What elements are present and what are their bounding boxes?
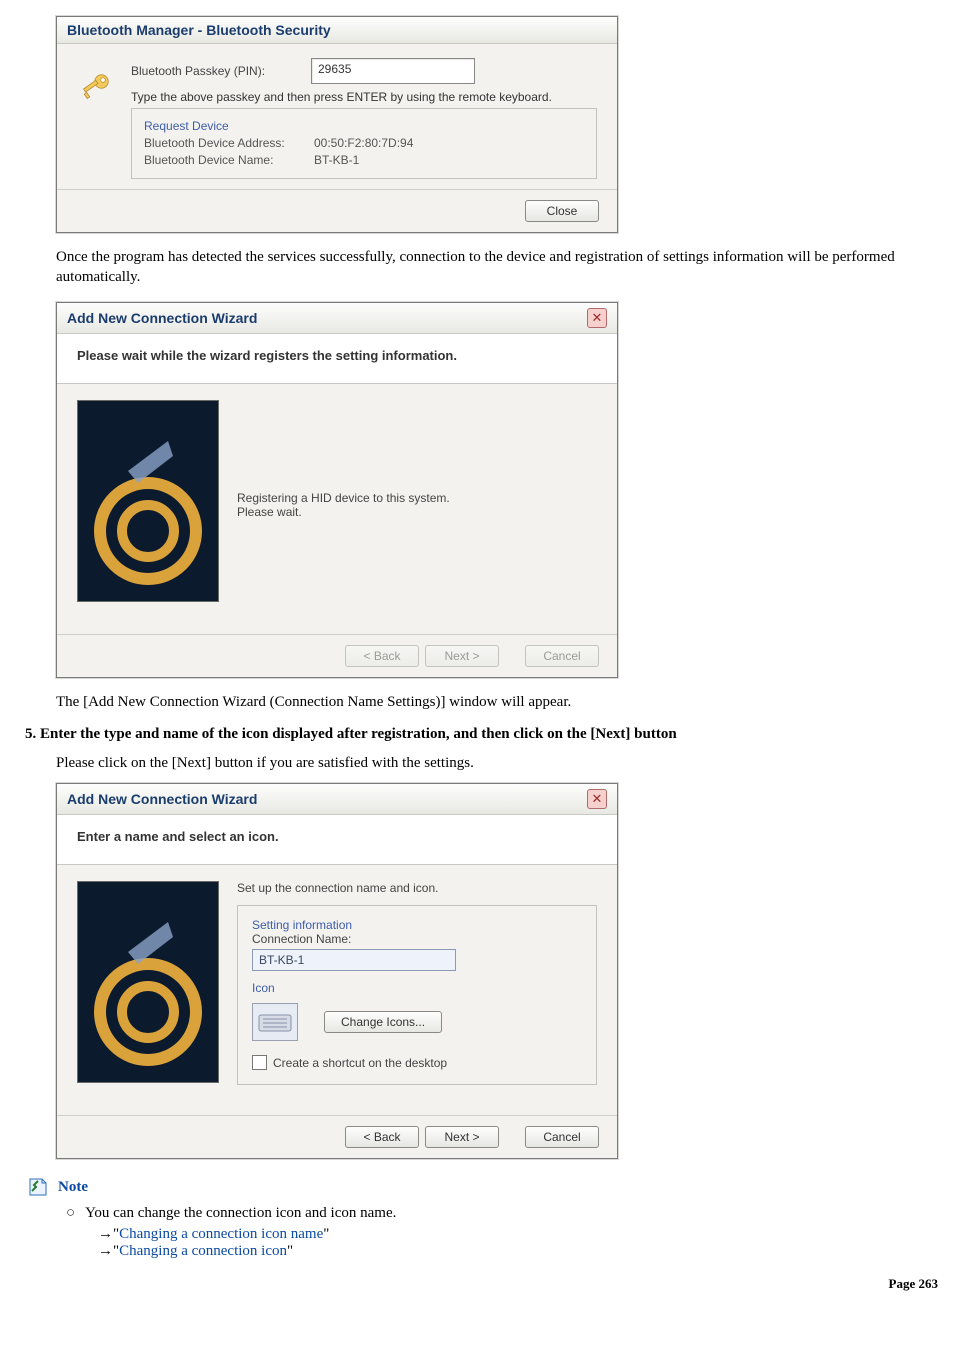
wizard1-heading: Please wait while the wizard registers t… [77,348,597,363]
close-icon[interactable]: ✕ [587,789,607,809]
wizard1-msg1: Registering a HID device to this system. [237,491,450,505]
dialog-titlebar: Bluetooth Manager - Bluetooth Security [57,17,617,44]
device-address-label: Bluetooth Device Address: [144,136,314,150]
request-device-group: Request Device Bluetooth Device Address:… [131,108,597,179]
note-block: Note You can change the connection icon … [26,1175,938,1260]
bluetooth-security-dialog: Bluetooth Manager - Bluetooth Security B… [56,16,618,233]
shortcut-checkbox[interactable] [252,1055,267,1070]
icon-label: Icon [252,981,582,995]
cancel-button[interactable]: Cancel [525,1126,599,1148]
device-name-label: Bluetooth Device Name: [144,153,314,167]
wizard-register-dialog: Add New Connection Wizard ✕ Please wait … [56,302,618,678]
paragraph-click-next: Please click on the [Next] button if you… [56,753,898,773]
key-icon [77,66,117,106]
note-icon [26,1175,50,1199]
back-button[interactable]: < Back [345,1126,419,1148]
close-button[interactable]: Close [525,200,599,222]
paragraph-window-appear: The [Add New Connection Wizard (Connecti… [56,692,898,712]
link-change-icon[interactable]: Changing a connection icon [119,1243,287,1259]
cancel-button: Cancel [525,645,599,667]
note-item: You can change the connection icon and i… [66,1205,938,1222]
wizard-graphic [77,881,219,1083]
shortcut-label: Create a shortcut on the desktop [273,1056,447,1070]
wizard-name-icon-dialog: Add New Connection Wizard ✕ Enter a name… [56,783,618,1159]
group-legend: Request Device [140,119,233,133]
back-button: < Back [345,645,419,667]
device-name-value: BT-KB-1 [314,153,359,167]
device-address-value: 00:50:F2:80:7D:94 [314,136,413,150]
passkey-input[interactable]: 29635 [311,58,475,84]
change-icons-button[interactable]: Change Icons... [324,1011,442,1033]
step-5: Enter the type and name of the icon disp… [40,726,938,743]
wizard2-title: Add New Connection Wizard [67,791,257,807]
wizard1-msg2: Please wait. [237,505,450,519]
passkey-label: Bluetooth Passkey (PIN): [131,64,311,78]
page-number: Page 263 [16,1276,938,1292]
setup-label: Set up the connection name and icon. [237,881,597,895]
note-label: Note [58,1179,88,1196]
icon-preview [252,1003,298,1041]
wizard2-heading: Enter a name and select an icon. [77,829,597,844]
wizard-graphic [77,400,219,602]
close-icon[interactable]: ✕ [587,308,607,328]
dialog-title: Bluetooth Manager - Bluetooth Security [67,22,331,38]
paragraph-detection: Once the program has detected the servic… [56,247,898,288]
passkey-instruction: Type the above passkey and then press EN… [131,90,597,104]
setting-information-group: Setting information Connection Name: BT-… [237,905,597,1085]
connection-name-label: Connection Name: [252,932,582,946]
connection-name-input[interactable]: BT-KB-1 [252,949,456,971]
wizard1-title: Add New Connection Wizard [67,310,257,326]
link-change-icon-name[interactable]: Changing a connection icon name [119,1226,323,1242]
setting-legend: Setting information [248,918,356,932]
next-button: Next > [425,645,499,667]
step-5-text: Enter the type and name of the icon disp… [40,726,677,742]
next-button[interactable]: Next > [425,1126,499,1148]
